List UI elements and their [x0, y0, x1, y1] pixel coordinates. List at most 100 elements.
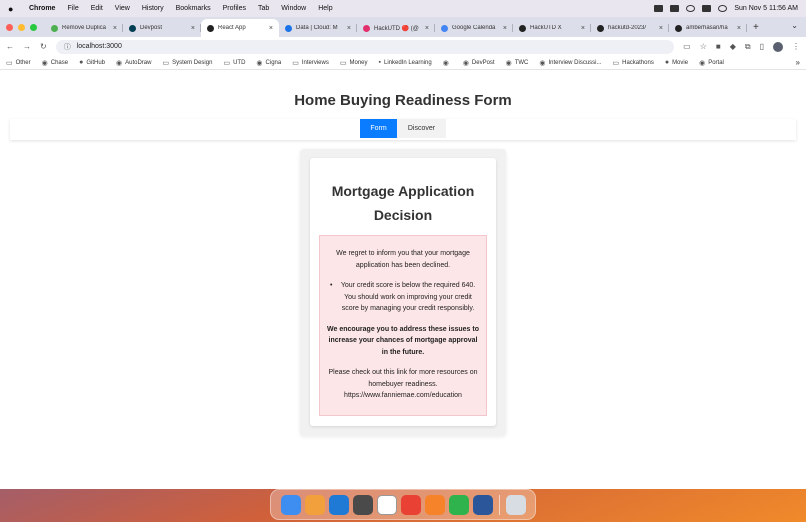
decision-card: Mortgage Application Decision We regret …: [310, 158, 496, 426]
close-tab-icon[interactable]: ×: [113, 25, 117, 32]
bookmark-item[interactable]: ◉ Interview Discussi...: [539, 59, 601, 67]
bookmark-item[interactable]: ● Movie: [665, 59, 688, 66]
address-bar[interactable]: ⓘ localhost:3000: [55, 39, 675, 54]
numbers-icon[interactable]: [448, 494, 469, 515]
menu-profiles[interactable]: Profiles: [223, 5, 246, 12]
word-icon[interactable]: [472, 494, 493, 515]
siri-icon[interactable]: [718, 5, 728, 12]
menu-window[interactable]: Window: [281, 5, 306, 12]
chase-icon: ◉: [41, 59, 48, 67]
menubar-clock[interactable]: Sun Nov 5 11:56 AM: [734, 5, 798, 12]
more-bookmarks-icon[interactable]: »: [796, 58, 800, 67]
bookmark-item[interactable]: ▪ LinkedIn Learning: [379, 59, 432, 66]
tab-form[interactable]: Form: [360, 119, 397, 138]
browser-tab[interactable]: React App ×: [201, 19, 279, 37]
reload-icon[interactable]: ↻: [40, 42, 47, 51]
instagram-icon: [363, 24, 370, 32]
wifi-icon[interactable]: [670, 5, 680, 12]
tab-search-icon[interactable]: ⌄: [791, 21, 798, 30]
menu-bookmarks[interactable]: Bookmarks: [176, 5, 211, 12]
browser-tab[interactable]: Devpost ×: [123, 19, 201, 37]
sidebar-icon[interactable]: ▯: [760, 42, 764, 51]
folder-icon: ▭: [292, 59, 299, 67]
bookmark-label: Movie: [672, 59, 689, 66]
pencil-icon[interactable]: [424, 494, 445, 515]
cigna-icon: ◉: [256, 59, 263, 67]
browser-tab[interactable]: HackUTD X ×: [513, 19, 591, 37]
forward-icon[interactable]: →: [23, 42, 31, 51]
bookmark-item[interactable]: ▭ Money: [340, 59, 368, 67]
notion-icon[interactable]: [376, 494, 397, 515]
bookmark-item[interactable]: ◉ Cigna: [256, 59, 281, 67]
bookmark-item[interactable]: ◉ Chase: [42, 59, 68, 67]
search-icon[interactable]: [686, 5, 696, 12]
tab-discover[interactable]: Discover: [397, 119, 446, 138]
menu-file[interactable]: File: [67, 5, 78, 12]
maximize-window-button[interactable]: [30, 23, 37, 31]
menu-history[interactable]: History: [142, 5, 164, 12]
github-icon: [675, 24, 682, 32]
control-center-icon[interactable]: [702, 5, 712, 12]
close-tab-icon[interactable]: ×: [269, 25, 273, 32]
browser-tab[interactable]: HackUTD 🔴 (@ ×: [357, 19, 435, 37]
minimize-window-button[interactable]: [18, 23, 25, 31]
bookmark-label: Hackathons: [622, 59, 654, 66]
new-tab-button[interactable]: +: [747, 19, 765, 37]
sublime-icon[interactable]: [352, 494, 373, 515]
browser-tab-label: amberhasan/ha: [686, 25, 728, 31]
profile-avatar[interactable]: [773, 41, 783, 52]
menu-edit[interactable]: Edit: [91, 5, 103, 12]
bookmark-item[interactable]: ▭ UTD: [223, 59, 245, 67]
extension-color-icon[interactable]: ◆: [730, 42, 736, 51]
menu-kebab-icon[interactable]: ⋮: [792, 42, 800, 51]
finder-icon[interactable]: [280, 494, 301, 515]
chrome-icon[interactable]: [400, 494, 421, 515]
close-tab-icon[interactable]: ×: [347, 25, 351, 32]
close-tab-icon[interactable]: ×: [425, 25, 429, 32]
menu-view[interactable]: View: [115, 5, 130, 12]
browser-tab[interactable]: hackutd-2023/ ×: [591, 19, 669, 37]
folder-icon: ▭: [612, 59, 620, 67]
close-tab-icon[interactable]: ×: [581, 25, 585, 32]
browser-tab[interactable]: Remove Duplica ×: [45, 19, 123, 37]
bookmark-item[interactable]: ◉ DevPost: [463, 59, 495, 67]
battery-icon[interactable]: [654, 5, 664, 12]
encouragement-text: We encourage you to address these issues…: [327, 325, 479, 356]
bookmark-item[interactable]: ▭ System Design: [162, 59, 212, 67]
bookmark-item[interactable]: ◉: [443, 59, 452, 67]
menu-tab[interactable]: Tab: [258, 5, 269, 12]
bookmark-item[interactable]: ◉ AutoDraw: [116, 59, 151, 67]
close-tab-icon[interactable]: ×: [503, 25, 507, 32]
launchpad-icon[interactable]: [304, 494, 325, 515]
extensions-puzzle-icon[interactable]: ⧉: [745, 42, 751, 52]
browser-tab[interactable]: Google Calenda ×: [435, 19, 513, 37]
close-tab-icon[interactable]: ×: [659, 25, 663, 32]
extension-icon[interactable]: ■: [716, 42, 721, 51]
bookmark-item[interactable]: ● GitHub: [79, 59, 105, 66]
browser-tab[interactable]: Data | Cloud: M ×: [279, 19, 357, 37]
bookmark-item[interactable]: ◉ Portal: [699, 59, 724, 67]
apple-icon[interactable]: ●: [8, 4, 17, 14]
back-icon[interactable]: ←: [6, 42, 14, 51]
menu-help[interactable]: Help: [318, 5, 332, 12]
bookmark-item[interactable]: ▭ Hackathons: [613, 59, 654, 67]
bookmark-item[interactable]: ▭ Other: [6, 59, 31, 67]
trash-icon[interactable]: [505, 494, 526, 515]
close-tab-icon[interactable]: ×: [191, 25, 195, 32]
discuss-icon: ◉: [539, 59, 546, 67]
bookmark-label: DevPost: [471, 59, 495, 66]
vscode-icon[interactable]: [328, 494, 349, 515]
menu-app-name[interactable]: Chrome: [29, 5, 55, 12]
bookmark-item[interactable]: ◉ TWC: [506, 59, 529, 67]
resources-link[interactable]: https://www.fanniemae.com/education: [344, 392, 462, 399]
close-tab-icon[interactable]: ×: [737, 25, 741, 32]
folder-icon: ▭: [223, 59, 231, 67]
bookmark-item[interactable]: ▭ Interviews: [292, 59, 329, 67]
browser-tab[interactable]: amberhasan/ha ×: [669, 19, 747, 37]
cast-icon[interactable]: ▭: [683, 42, 691, 51]
address-bar-url[interactable]: localhost:3000: [77, 43, 122, 50]
site-info-icon[interactable]: ⓘ: [64, 42, 71, 52]
close-window-button[interactable]: [6, 23, 13, 31]
browser-tab-label: React App: [218, 25, 246, 31]
bookmark-star-icon[interactable]: ☆: [700, 42, 707, 51]
